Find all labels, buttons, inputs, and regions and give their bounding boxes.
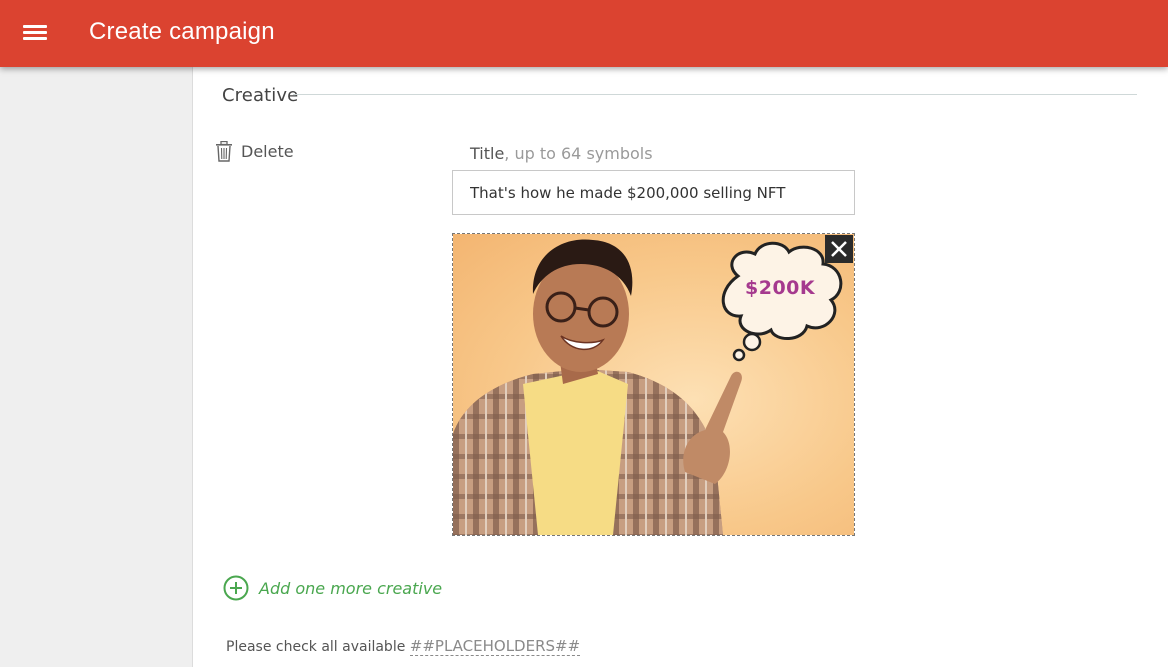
add-creative-label: Add one more creative bbox=[259, 578, 443, 598]
delete-creative-button[interactable]: Delete bbox=[215, 139, 294, 163]
delete-label: Delete bbox=[241, 141, 294, 161]
hamburger-line bbox=[23, 37, 47, 40]
main-content: Creative Delete Title, up to 64 symbols bbox=[193, 67, 1168, 667]
creative-image: $200K bbox=[453, 234, 854, 535]
page-title: Create campaign bbox=[89, 18, 275, 45]
section-divider bbox=[293, 94, 1137, 95]
title-input[interactable] bbox=[452, 170, 855, 215]
menu-button[interactable] bbox=[20, 20, 50, 46]
add-creative-button[interactable]: Add one more creative bbox=[223, 575, 442, 601]
title-label-text: Title bbox=[470, 144, 505, 163]
trash-icon bbox=[216, 140, 232, 162]
hamburger-menu-icon bbox=[23, 25, 47, 28]
creative-image-frame: $200K bbox=[452, 233, 855, 536]
title-field-label: Title, up to 64 symbols bbox=[470, 144, 653, 163]
remove-image-button[interactable] bbox=[825, 235, 853, 263]
app-bar: Create campaign bbox=[0, 0, 1168, 67]
placeholders-link[interactable]: ##PLACEHOLDERS## bbox=[409, 637, 581, 656]
plus-circle-icon bbox=[223, 575, 249, 601]
hamburger-line bbox=[23, 31, 47, 34]
bubble-text: $200K bbox=[745, 277, 816, 299]
close-icon bbox=[831, 241, 847, 257]
placeholders-note-text: Please check all available bbox=[226, 639, 406, 655]
section-legend: Creative bbox=[222, 85, 299, 106]
placeholders-note: Please check all available ##PLACEHOLDER… bbox=[226, 637, 581, 656]
title-label-hint: , up to 64 symbols bbox=[504, 144, 653, 163]
sidebar bbox=[0, 67, 193, 667]
